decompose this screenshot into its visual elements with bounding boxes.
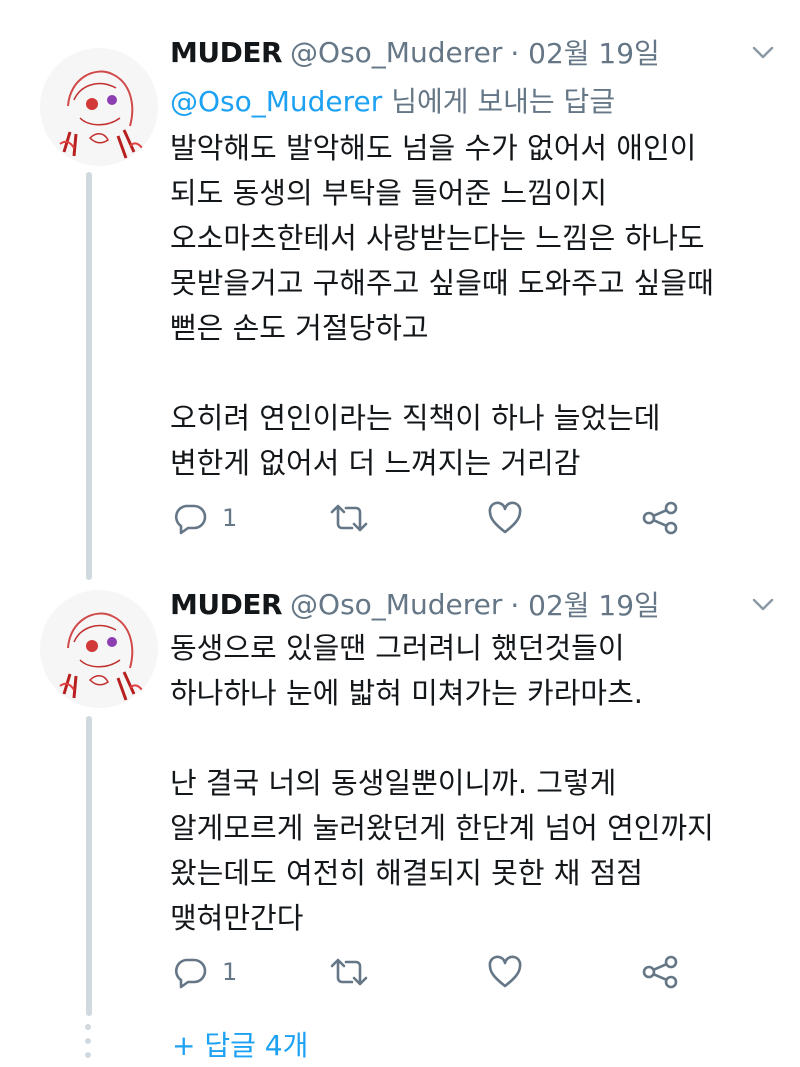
tweet[interactable]: MUDER @Oso_Muderer · 02월 19일 @Oso_Mudere…: [0, 0, 800, 580]
thread-continuation-dots: [85, 1024, 93, 1066]
display-name[interactable]: MUDER: [170, 588, 283, 621]
show-more-replies-link[interactable]: + 답글 4개: [172, 1024, 308, 1064]
retweet-icon: [330, 504, 368, 532]
thread-line: [86, 172, 92, 580]
tweet[interactable]: MUDER @Oso_Muderer · 02월 19일 동생으로 있을땐 그러…: [0, 560, 800, 1067]
handle[interactable]: @Oso_Muderer: [290, 36, 502, 69]
avatar-sketch-icon: [59, 612, 143, 701]
tweet-actions: 1: [170, 498, 700, 538]
reply-icon: [174, 958, 207, 989]
thread-line: [86, 716, 92, 1016]
reply-to-label: 님에게 보내는 답글: [382, 85, 616, 118]
timestamp[interactable]: · 02월 19일: [510, 584, 659, 624]
avatar[interactable]: [40, 48, 158, 166]
tweet-text: 동생으로 있을땐 그러려니 했던것들이 하나하나 눈에 밟혀 미쳐가는 카라마츠…: [170, 631, 714, 935]
avatar[interactable]: [40, 590, 158, 708]
tweet-actions: 1: [170, 952, 700, 992]
like-icon: [488, 955, 522, 988]
timestamp[interactable]: · 02월 19일: [510, 32, 659, 72]
share-button[interactable]: [640, 952, 680, 992]
retweet-icon: [330, 958, 368, 986]
reply-count: 1: [222, 504, 238, 532]
reply-button[interactable]: 1: [172, 952, 237, 992]
like-icon: [488, 501, 522, 534]
reply-icon: [174, 504, 207, 535]
retweet-button[interactable]: [328, 498, 384, 538]
avatar-sketch-icon: [59, 70, 143, 159]
tweet-header: MUDER @Oso_Muderer · 02월 19일: [170, 30, 660, 74]
reply-count: 1: [222, 958, 238, 986]
retweet-button[interactable]: [328, 952, 384, 992]
like-button[interactable]: [486, 498, 538, 538]
like-button[interactable]: [486, 952, 538, 992]
reply-context: @Oso_Muderer 님에게 보내는 답글: [170, 80, 615, 120]
share-icon: [642, 501, 678, 535]
chevron-down-icon[interactable]: [748, 590, 778, 620]
share-icon: [642, 955, 678, 989]
reply-to-handle[interactable]: @Oso_Muderer: [170, 85, 382, 118]
tweet-header: MUDER @Oso_Muderer · 02월 19일: [170, 582, 660, 626]
display-name[interactable]: MUDER: [170, 36, 283, 69]
tweet-text: 발악해도 발악해도 넘을 수가 없어서 애인이 되도 동생의 부탁을 들어준 느…: [170, 131, 714, 480]
share-button[interactable]: [640, 498, 680, 538]
handle[interactable]: @Oso_Muderer: [290, 588, 502, 621]
chevron-down-icon[interactable]: [748, 38, 778, 68]
reply-button[interactable]: 1: [172, 498, 237, 538]
